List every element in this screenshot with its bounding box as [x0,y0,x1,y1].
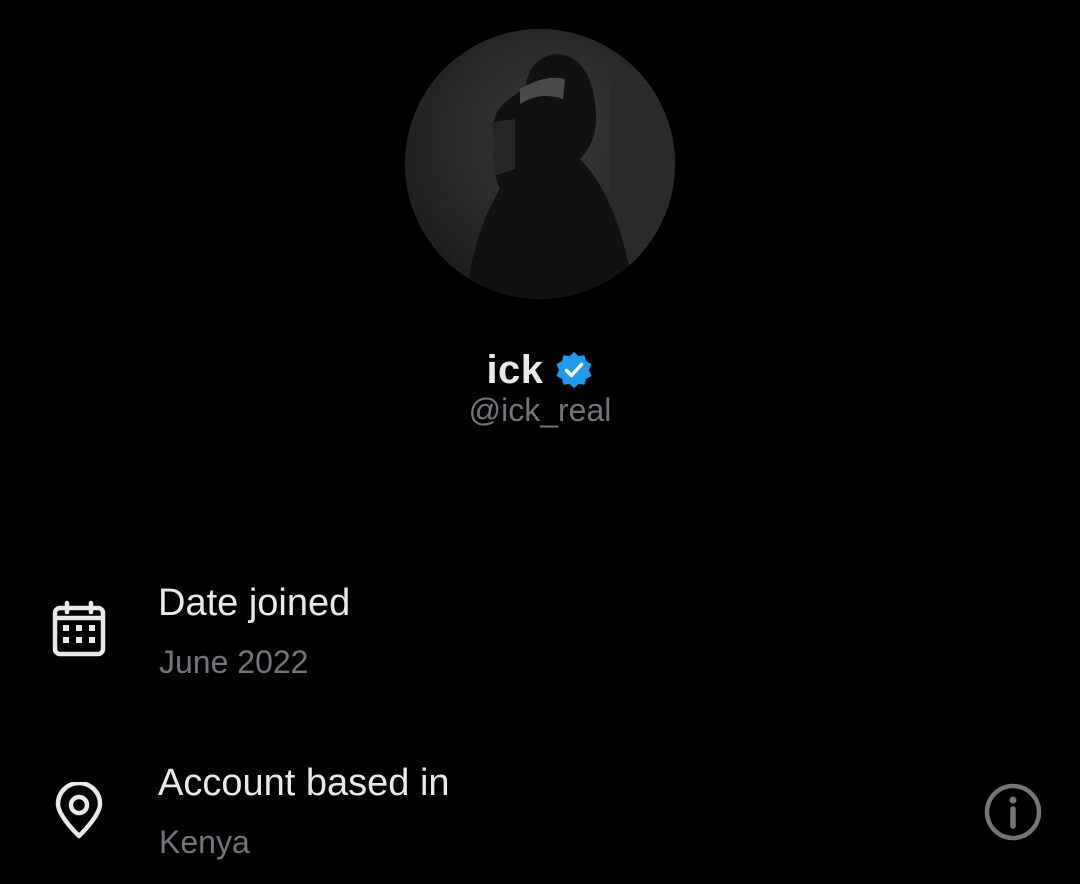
avatar[interactable] [405,29,675,299]
date-joined-value: June 2022 [159,644,309,680]
profile-identity: ick @ick_real [0,340,1080,429]
calendar-icon [50,600,108,658]
location-pin-icon [50,780,108,840]
date-joined-label: Date joined [158,582,351,624]
info-icon[interactable] [983,782,1043,842]
name-row: ick [0,340,1080,400]
display-name: ick [486,347,544,392]
account-location-row: Account based in Kenya [0,752,1080,872]
date-joined-row: Date joined June 2022 [0,572,1080,692]
profile-handle: @ick_real [468,392,612,428]
avatar-image [405,29,675,299]
account-location-label: Account based in [158,762,450,804]
verified-badge-icon [554,350,594,390]
account-location-value: Kenya [159,824,250,860]
